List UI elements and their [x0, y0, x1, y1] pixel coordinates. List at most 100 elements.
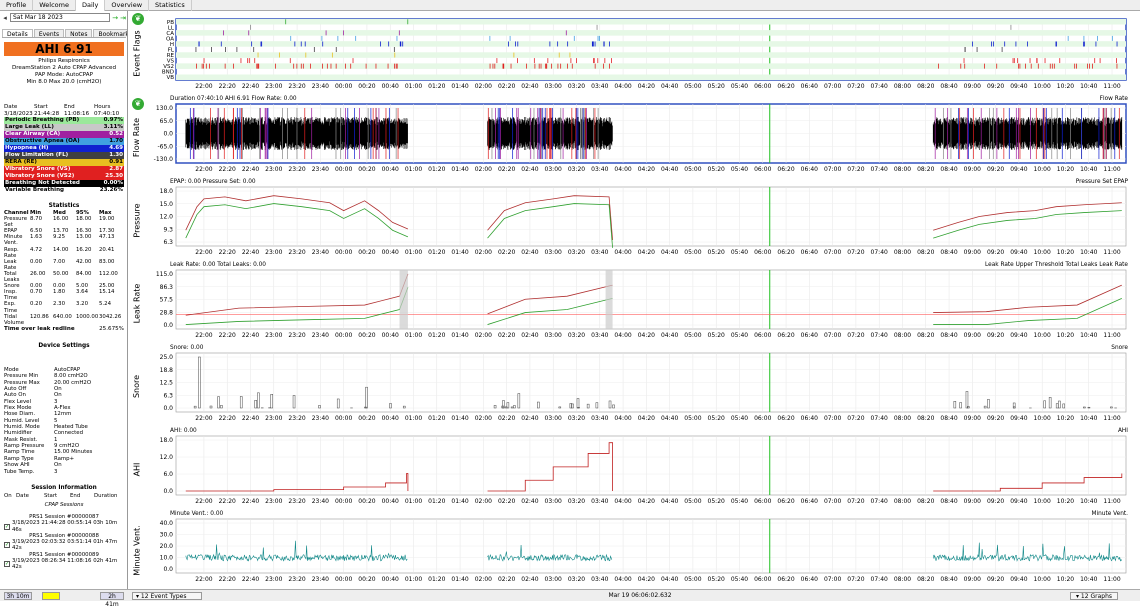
session-checkbox[interactable]: ✓: [4, 561, 10, 567]
time-tick-label: 00:00: [335, 83, 352, 90]
time-tick-label: 04:00: [614, 249, 631, 256]
time-tick-label: 01:40: [451, 83, 468, 90]
time-tick-label: 04:00: [614, 498, 631, 505]
time-tick-label: 10:20: [1057, 166, 1074, 173]
pressure-pane: PressureEPAP: 0.00 Pressure Set: 0.00Pre…: [130, 179, 1140, 262]
main-tab-bar: ProfileWelcomeDailyOverviewStatistics: [0, 0, 1140, 11]
event-row[interactable]: Obstructive Apnea (OA)1.70: [4, 138, 124, 145]
next-day-icon[interactable]: →: [112, 14, 118, 22]
event-name: Flow Limitation (FL): [5, 152, 68, 159]
event-row[interactable]: Vibratory Snore (VS)2.87: [4, 166, 124, 173]
event-row[interactable]: Flow Limitation (FL)1.30: [4, 152, 124, 159]
mv-graph[interactable]: 22:0022:2022:4023:0023:2023:4000:0000:20…: [130, 511, 1140, 589]
stats-cell: [53, 320, 76, 326]
event-value: 4.69: [109, 145, 123, 152]
time-tick-label: 22:40: [242, 415, 259, 422]
time-tick-label: 02:40: [521, 332, 538, 339]
stats-cell: 42.00: [76, 259, 99, 271]
cpap-sessions-label: CPAP Sessions: [0, 502, 128, 508]
flow-graph[interactable]: 22:0022:2022:4023:0023:2023:4000:0000:20…: [130, 96, 1140, 179]
snore-pane: SnoreSnore: 0.00Snore22:0022:2022:4023:0…: [130, 345, 1140, 428]
session-checkbox[interactable]: ✓: [4, 524, 10, 530]
time-tick-label: 22:20: [219, 83, 236, 90]
cursor-time: Mar 19 06:06:02.632: [600, 592, 680, 600]
leak-graph[interactable]: 22:0022:2022:4023:0023:2023:4000:0000:20…: [130, 262, 1140, 345]
time-tick-label: 00:40: [382, 249, 399, 256]
prev-day-icon[interactable]: ◂: [2, 14, 8, 22]
event-row[interactable]: Breathing Not Detected0.00%: [4, 180, 124, 187]
pressure-graph[interactable]: 22:0022:2022:4023:0023:2023:4000:0000:20…: [130, 179, 1140, 262]
machine-brand: Philips Respironics: [0, 58, 128, 65]
time-tick-label: 06:20: [777, 83, 794, 90]
tab-welcome[interactable]: Welcome: [33, 0, 76, 11]
time-tick-label: 05:20: [708, 415, 725, 422]
time-tick-label: 00:20: [358, 83, 375, 90]
y-tick-label: 12.5: [160, 380, 174, 387]
event-row[interactable]: Large Leak (LL)3.11%: [4, 124, 124, 131]
stats-row: Leak Rate0.007.0042.0083.00: [4, 259, 124, 271]
time-tick-label: 06:00: [754, 166, 771, 173]
time-tick-label: 01:20: [428, 83, 445, 90]
time-tick-label: 08:20: [917, 166, 934, 173]
time-tick-label: 00:20: [358, 332, 375, 339]
time-tick-label: 23:20: [288, 576, 305, 583]
event-types-dropdown[interactable]: ▾ 12 Event Types: [132, 592, 202, 600]
tab-overview[interactable]: Overview: [105, 0, 149, 11]
tab-statistics[interactable]: Statistics: [149, 0, 192, 11]
event-row[interactable]: Hypopnea (H)4.69: [4, 145, 124, 152]
session-checkbox[interactable]: ✓: [4, 542, 10, 548]
event-row[interactable]: Variable Breathing23.26%: [4, 187, 124, 194]
y-tick-label: 65.0: [160, 118, 174, 125]
subtab-notes[interactable]: Notes: [65, 29, 92, 37]
time-tick-label: 01:40: [451, 332, 468, 339]
daily-side-panel: ◂ Sat Mar 18 2023 → ⇥ DetailsEventsNotes…: [0, 11, 128, 589]
snore-graph[interactable]: 22:0022:2022:4023:0023:2023:4000:0000:20…: [130, 345, 1140, 428]
time-tick-label: 00:20: [358, 576, 375, 583]
session-row[interactable]: ✓3/19/2023 02:03:32 03:51:14 01h 47m 42s: [4, 539, 124, 552]
sessions-header: OnDateStartEndDuration: [4, 493, 124, 499]
time-tick-label: 10:00: [1034, 415, 1051, 422]
graphs-dropdown[interactable]: ▾ 12 Graphs: [1070, 592, 1118, 600]
time-tick-label: 09:00: [964, 166, 981, 173]
ahi-graph[interactable]: 22:0022:2022:4023:0023:2023:4000:0000:20…: [130, 428, 1140, 511]
time-tick-label: 02:00: [475, 83, 492, 90]
time-tick-label: 03:00: [545, 83, 562, 90]
left-duration-button[interactable]: 3h 10m: [4, 592, 32, 600]
y-tick-label: 6.3: [163, 239, 173, 246]
time-tick-label: 09:00: [964, 576, 981, 583]
time-tick-label: 08:00: [894, 332, 911, 339]
tab-daily[interactable]: Daily: [76, 0, 105, 11]
time-tick-label: 09:00: [964, 83, 981, 90]
subtab-bookmarks[interactable]: Bookmarks: [93, 29, 128, 37]
session-row[interactable]: ✓3/19/2023 08:26:34 11:08:16 02h 41m 42s: [4, 558, 124, 571]
event-row[interactable]: Vibratory Snore (VS2)25.30: [4, 173, 124, 180]
event-row[interactable]: Periodic Breathing (PB)0.97%: [4, 117, 124, 124]
time-tick-label: 06:00: [754, 332, 771, 339]
tab-profile[interactable]: Profile: [0, 0, 33, 11]
event-row[interactable]: RERA (RE)0.91: [4, 159, 124, 166]
events-graph[interactable]: 22:0022:2022:4023:0023:2023:4000:0000:20…: [130, 11, 1140, 96]
time-tick-label: 07:00: [824, 498, 841, 505]
time-tick-label: 07:20: [847, 166, 864, 173]
time-tick-label: 22:20: [219, 498, 236, 505]
session-details: 3/18/2023 21:44:28 00:55:14 03h 10m 46s: [12, 520, 124, 533]
event-row[interactable]: Clear Airway (CA)0.52: [4, 131, 124, 138]
flow-waveform: [933, 117, 1122, 150]
time-tick-label: 23:20: [288, 249, 305, 256]
event-value: 3.11%: [104, 124, 123, 131]
large-leak-band: [606, 270, 613, 329]
session-row[interactable]: ✓3/18/2023 21:44:28 00:55:14 03h 10m 46s: [4, 520, 124, 533]
leak-pane: Leak RateLeak Rate: 0.00 Total Leaks: 0.…: [130, 262, 1140, 345]
time-tick-label: 23:20: [288, 166, 305, 173]
right-duration-button[interactable]: 2h 41m: [100, 592, 124, 600]
session-details: 3/19/2023 08:26:34 11:08:16 02h 41m 42s: [12, 558, 124, 571]
time-tick-label: 22:00: [195, 415, 212, 422]
subtab-events[interactable]: Events: [34, 29, 64, 37]
last-day-icon[interactable]: ⇥: [120, 14, 126, 22]
date-selector[interactable]: Sat Mar 18 2023: [10, 13, 110, 22]
subtab-details[interactable]: Details: [2, 29, 33, 37]
time-tick-label: 11:00: [1103, 498, 1120, 505]
time-tick-label: 03:20: [568, 83, 585, 90]
time-tick-label: 08:00: [894, 576, 911, 583]
stats-cell: 7.00: [53, 259, 76, 271]
